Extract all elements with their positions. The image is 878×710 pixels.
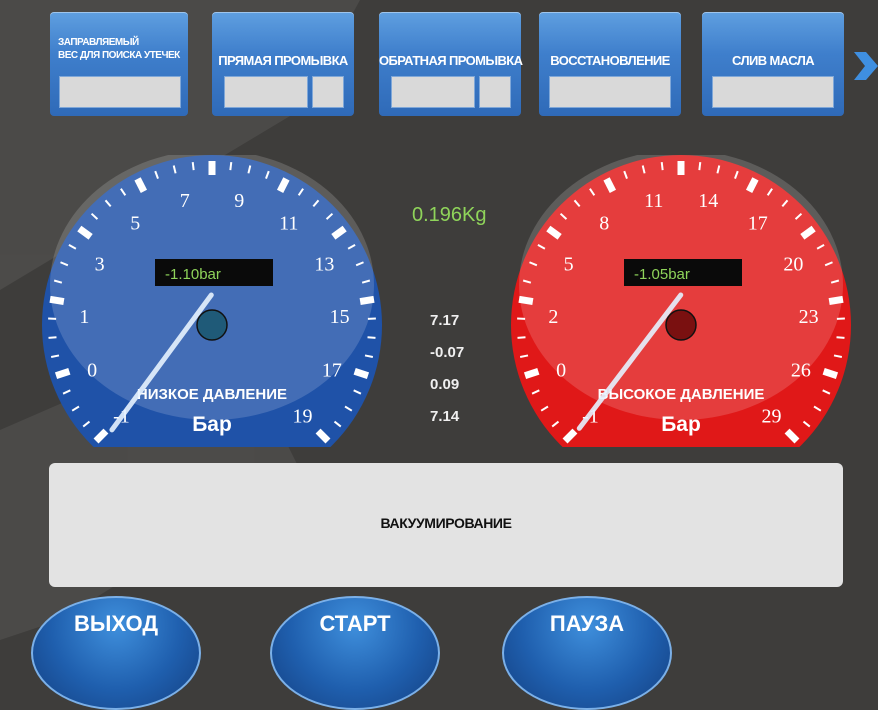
status-panel: ВАКУУМИРОВАНИЕ bbox=[49, 463, 843, 587]
low-needle-hub bbox=[197, 310, 227, 340]
exit-button[interactable]: ВЫХОД bbox=[31, 596, 201, 710]
high-needle-hub bbox=[666, 310, 696, 340]
oil-drain-field bbox=[712, 76, 834, 108]
tab-forward-flush[interactable]: ПРЯМАЯ ПРОМЫВКА bbox=[212, 12, 354, 116]
reading-2: -0.07 bbox=[430, 344, 464, 361]
high-scale-label: 17 bbox=[748, 213, 768, 235]
low-unit: Бар bbox=[192, 413, 232, 436]
low-tick bbox=[50, 299, 64, 301]
low-scale-label: 17 bbox=[322, 360, 342, 382]
pause-button[interactable]: ПАУЗА bbox=[502, 596, 672, 710]
tab-oil-drain-label: СЛИВ МАСЛА bbox=[702, 53, 844, 68]
tab-recovery-label: ВОССТАНОВЛЕНИЕ bbox=[539, 53, 681, 68]
high-scale-label: 23 bbox=[799, 306, 819, 328]
high-scale-label: 14 bbox=[698, 190, 718, 212]
charge-weight-readout: 0.196Kg bbox=[412, 204, 487, 227]
low-scale-label: 19 bbox=[293, 406, 313, 428]
high-unit: Бар bbox=[661, 413, 701, 436]
low-scale-label: 3 bbox=[95, 254, 105, 276]
low-scale-label: 9 bbox=[234, 190, 244, 212]
reading-4: 7.14 bbox=[430, 408, 459, 425]
tab-forward-flush-label: ПРЯМАЯ ПРОМЫВКА bbox=[212, 53, 354, 68]
high-scale-label: 5 bbox=[564, 254, 574, 276]
tab-leak-search-weight-label: ЗАПРАВЛЯЕМЫЙ ВЕС ДЛЯ ПОИСКА УТЕЧЕК bbox=[58, 36, 188, 62]
high-tick bbox=[519, 299, 533, 301]
low-readout-text: -1.10bar bbox=[165, 266, 221, 283]
high-scale-label: 2 bbox=[548, 306, 558, 328]
low-scale-label: 0 bbox=[87, 360, 97, 382]
high-tick bbox=[518, 337, 526, 338]
low-tick bbox=[230, 162, 231, 170]
high-scale-label: 11 bbox=[644, 190, 663, 212]
forward-flush-field-1 bbox=[224, 76, 308, 108]
low-tick bbox=[193, 162, 194, 170]
low-tick bbox=[355, 371, 368, 375]
high-scale-label: 0 bbox=[556, 360, 566, 382]
high-scale-label: 29 bbox=[762, 406, 782, 428]
high-tick bbox=[662, 162, 663, 170]
low-scale-label: 11 bbox=[279, 213, 298, 235]
high-readout-text: -1.05bar bbox=[634, 266, 690, 283]
status-text: ВАКУУМИРОВАНИЕ bbox=[49, 515, 843, 531]
low-scale-label: 1 bbox=[79, 306, 89, 328]
low-scale-label: 13 bbox=[314, 254, 334, 276]
tab-reverse-flush-label: ОБРАТНАЯ ПРОМЫВКА bbox=[379, 53, 521, 68]
tab-reverse-flush[interactable]: ОБРАТНАЯ ПРОМЫВКА bbox=[379, 12, 521, 116]
low-title: НИЗКОЕ ДАВЛЕНИЕ bbox=[137, 386, 287, 403]
start-button-label: СТАРТ bbox=[272, 611, 438, 637]
high-tick bbox=[699, 162, 700, 170]
reading-1: 7.17 bbox=[430, 312, 459, 329]
recovery-field bbox=[549, 76, 671, 108]
high-tick bbox=[525, 371, 538, 375]
reading-3: 0.09 bbox=[430, 376, 459, 393]
high-pressure-gauge: -1025811141720232629-1.05barВЫСОКОЕ ДАВЛ… bbox=[496, 155, 876, 455]
high-scale-label: 20 bbox=[783, 254, 803, 276]
low-tick bbox=[56, 371, 69, 375]
low-scale-label: 5 bbox=[130, 213, 140, 235]
tab-recovery[interactable]: ВОССТАНОВЛЕНИЕ bbox=[539, 12, 681, 116]
high-scale-label: 26 bbox=[791, 360, 811, 382]
pause-button-label: ПАУЗА bbox=[504, 611, 670, 637]
reverse-flush-field-1 bbox=[391, 76, 475, 108]
tab-oil-drain[interactable]: СЛИВ МАСЛА bbox=[702, 12, 844, 116]
next-page-arrow-icon[interactable] bbox=[852, 48, 878, 84]
high-tick bbox=[837, 337, 845, 338]
start-button[interactable]: СТАРТ bbox=[270, 596, 440, 710]
low-pressure-gauge: -10135791113151719-1.10barНИЗКОЕ ДАВЛЕНИ… bbox=[27, 155, 407, 455]
tab-leak-search-weight[interactable]: ЗАПРАВЛЯЕМЫЙ ВЕС ДЛЯ ПОИСКА УТЕЧЕК bbox=[50, 12, 188, 116]
high-title: ВЫСОКОЕ ДАВЛЕНИЕ bbox=[598, 386, 765, 403]
reverse-flush-field-2 bbox=[479, 76, 511, 108]
low-tick bbox=[49, 337, 57, 338]
low-tick bbox=[360, 299, 374, 301]
high-tick bbox=[829, 299, 843, 301]
forward-flush-field-2 bbox=[312, 76, 344, 108]
high-tick bbox=[824, 371, 837, 375]
low-tick bbox=[368, 337, 376, 338]
leak-weight-field[interactable] bbox=[59, 76, 181, 108]
low-scale-label: 15 bbox=[330, 306, 350, 328]
high-scale-label: 8 bbox=[599, 213, 609, 235]
exit-button-label: ВЫХОД bbox=[33, 611, 199, 637]
low-scale-label: 7 bbox=[180, 190, 190, 212]
